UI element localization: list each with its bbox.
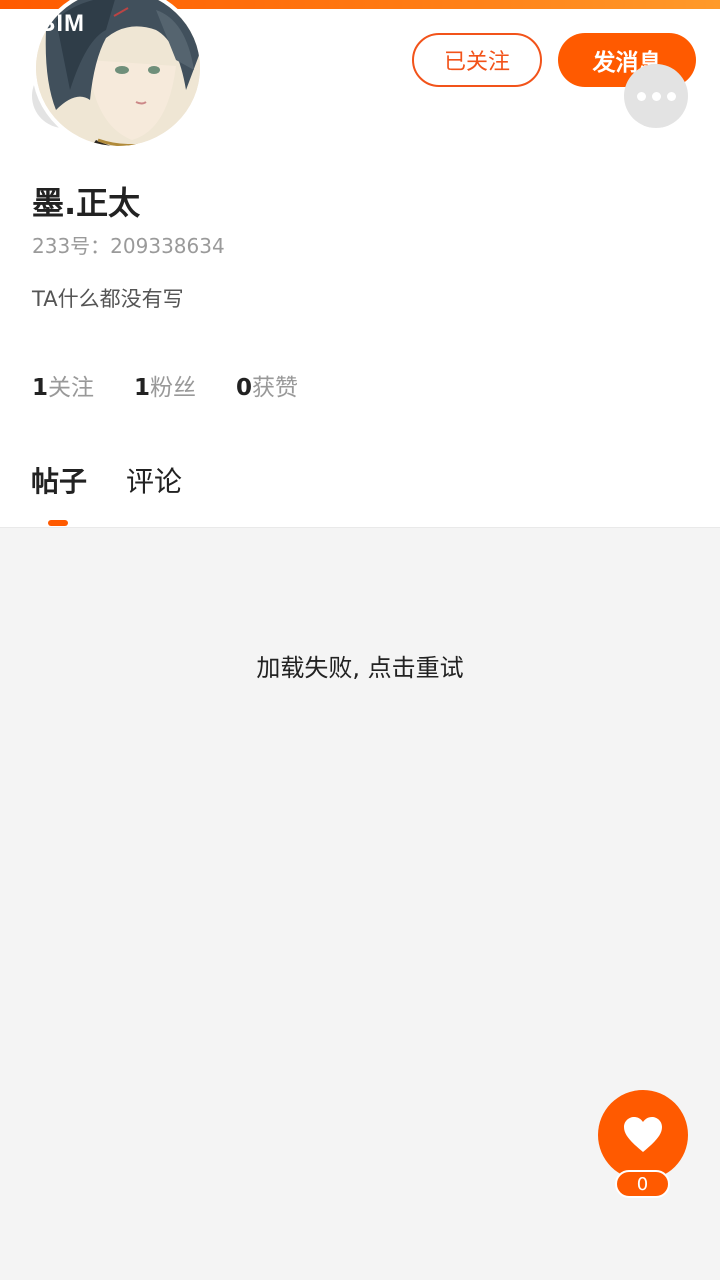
tab-comments[interactable]: 评论 bbox=[126, 460, 182, 500]
heart-icon bbox=[624, 1117, 662, 1152]
stat-following[interactable]: 1关注 bbox=[32, 368, 94, 402]
tab-indicator bbox=[48, 520, 68, 526]
stat-fans-label: 粉丝 bbox=[150, 375, 197, 401]
stat-fans[interactable]: 1粉丝 bbox=[134, 368, 196, 402]
more-dots-icon bbox=[667, 92, 676, 101]
load-failed-retry[interactable]: 加载失败, 点击重试 bbox=[0, 648, 720, 683]
stat-fans-count: 1 bbox=[134, 375, 151, 401]
stat-likes-label: 获赞 bbox=[252, 375, 299, 401]
more-button[interactable] bbox=[624, 64, 688, 128]
like-button[interactable] bbox=[598, 1090, 688, 1180]
profile-tabs: 帖子 评论 bbox=[31, 460, 221, 500]
stat-likes: 0获赞 bbox=[236, 368, 298, 402]
stat-following-count: 1 bbox=[32, 375, 49, 401]
profile-stats: 1关注 1粉丝 0获赞 bbox=[32, 368, 338, 402]
more-dots-icon bbox=[637, 92, 646, 101]
followed-button[interactable]: 已关注 bbox=[412, 33, 542, 87]
status-carrier: BIM bbox=[38, 10, 85, 37]
more-dots-icon bbox=[652, 92, 661, 101]
stat-following-label: 关注 bbox=[48, 375, 95, 401]
profile-name: 墨.正太 bbox=[32, 184, 141, 222]
stat-likes-count: 0 bbox=[236, 375, 253, 401]
like-count-badge: 0 bbox=[615, 1170, 670, 1198]
tab-posts[interactable]: 帖子 bbox=[31, 460, 87, 500]
profile-uid: 233号：209338634 bbox=[32, 234, 225, 258]
profile-bio: TA什么都没有写 bbox=[32, 287, 184, 311]
